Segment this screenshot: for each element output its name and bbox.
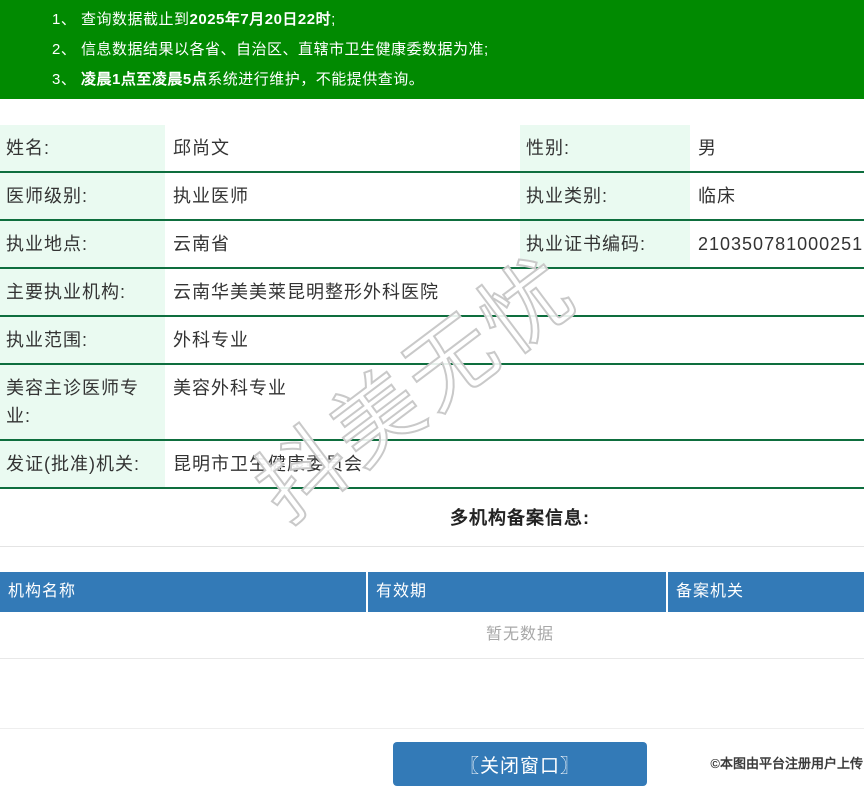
empty-data-text: 暂无数据	[0, 612, 864, 659]
notice-line-3-text: 3、	[52, 71, 82, 88]
field-value-practice-scope: 外科专业	[165, 316, 864, 365]
field-value-practice-category: 临床	[690, 172, 864, 221]
table-row: 主要执业机构: 云南华美美莱昆明整形外科医院	[0, 268, 864, 317]
field-value-practice-location: 云南省	[165, 220, 520, 269]
field-label-name: 姓名:	[0, 125, 165, 173]
field-label-practice-category: 执业类别:	[520, 172, 690, 221]
field-value-gender: 男	[690, 125, 864, 173]
column-header-filing-authority: 备案机关	[676, 583, 745, 600]
notice-line-1-bold: 2025年7月20日22时	[189, 11, 332, 28]
field-label-main-institution: 主要执业机构:	[0, 268, 165, 317]
field-value-cosmetic-specialty: 美容外科专业	[165, 364, 864, 441]
field-label-certificate-code: 执业证书编码:	[520, 220, 690, 269]
empty-table-body	[0, 659, 864, 729]
doctor-info-table: 姓名: 邱尚文 性别: 男 医师级别: 执业医师 执业类别: 临床 执业地点: …	[0, 125, 864, 489]
field-value-certificate-code: 210350781000251	[690, 220, 864, 269]
notice-line-2-text: 2、 信息数据结果以各省、自治区、直辖市卫生健康委数据为准;	[52, 41, 489, 58]
field-label-gender: 性别:	[520, 125, 690, 173]
table-row: 执业范围: 外科专业	[0, 316, 864, 365]
field-label-doctor-level: 医师级别:	[0, 172, 165, 221]
table-row: 美容主诊医师专业: 美容外科专业	[0, 364, 864, 441]
section-title-multi-institution: 多机构备案信息:	[450, 508, 590, 528]
filing-table-header: 机构名称 有效期 备案机关	[0, 572, 864, 612]
field-label-cosmetic-specialty: 美容主诊医师专业:	[0, 364, 165, 441]
field-value-issuing-authority: 昆明市卫生健康委员会	[165, 440, 864, 489]
notice-line-3-tail: 系统进行维护，不能提供查询。	[207, 71, 425, 88]
notice-line-1: 1、 查询数据截止到2025年7月20日22时;	[52, 5, 854, 35]
field-value-doctor-level: 执业医师	[165, 172, 520, 221]
notice-line-3-bold: 凌晨1点至凌晨5点	[81, 71, 208, 88]
table-row: 发证(批准)机关: 昆明市卫生健康委员会	[0, 440, 864, 489]
field-value-name: 邱尚文	[165, 125, 520, 173]
notice-line-1-text: 1、 查询数据截止到	[52, 11, 190, 28]
field-label-issuing-authority: 发证(批准)机关:	[0, 440, 165, 489]
notice-line-3: 3、 凌晨1点至凌晨5点系统进行维护，不能提供查询。	[52, 65, 854, 95]
notice-line-2: 2、 信息数据结果以各省、自治区、直辖市卫生健康委数据为准;	[52, 35, 854, 65]
field-label-practice-location: 执业地点:	[0, 220, 165, 269]
field-value-main-institution: 云南华美美莱昆明整形外科医院	[165, 268, 864, 317]
section-divider	[0, 546, 864, 547]
notice-banner: 1、 查询数据截止到2025年7月20日22时; 2、 信息数据结果以各省、自治…	[0, 0, 864, 99]
close-window-button[interactable]: 〖关闭窗口〗	[393, 742, 647, 786]
table-row: 姓名: 邱尚文 性别: 男	[0, 125, 864, 173]
table-row: 医师级别: 执业医师 执业类别: 临床	[0, 172, 864, 221]
notice-line-1-tail: ;	[331, 11, 336, 28]
column-header-institution-name: 机构名称	[0, 572, 368, 612]
upload-note: ©本图由平台注册用户上传	[710, 756, 863, 771]
column-header-validity-period: 有效期	[368, 572, 668, 612]
table-row: 执业地点: 云南省 执业证书编码: 210350781000251	[0, 220, 864, 269]
field-label-practice-scope: 执业范围:	[0, 316, 165, 365]
